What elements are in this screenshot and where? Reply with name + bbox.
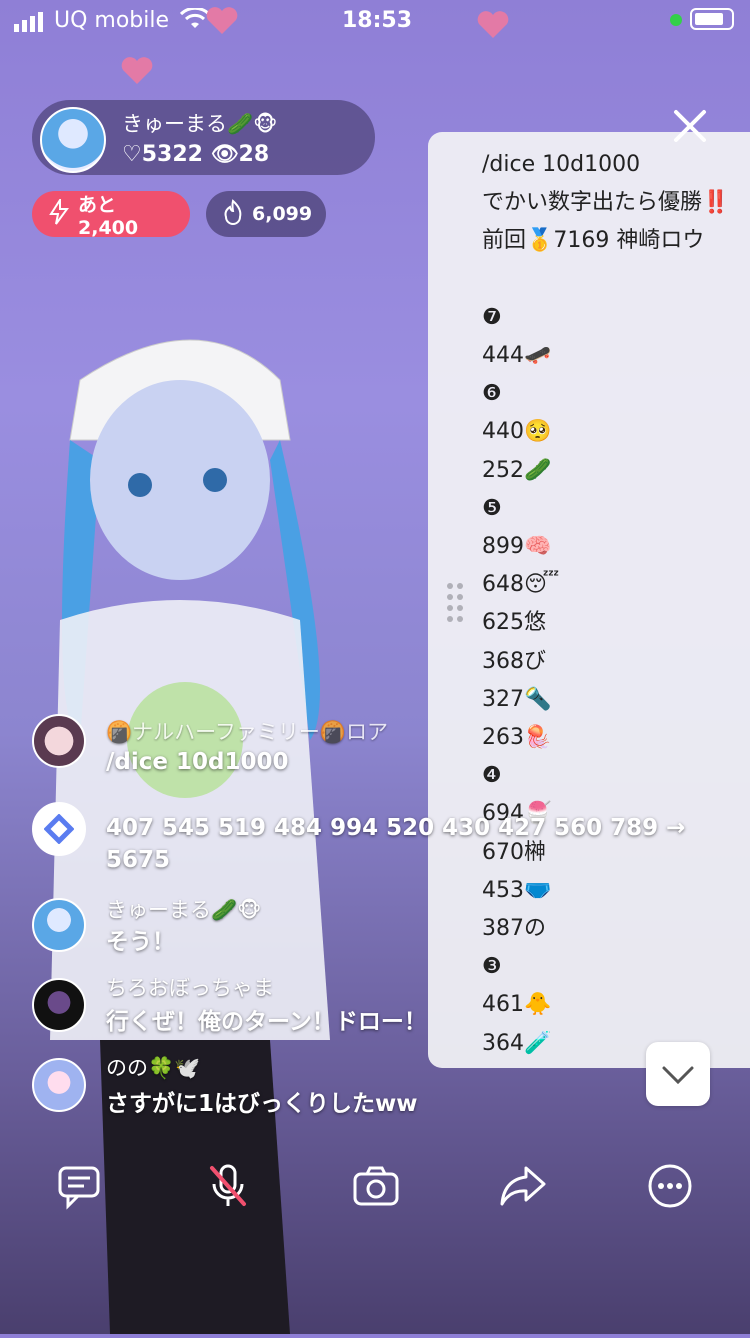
floating-heart-icon (205, 6, 239, 36)
more-button[interactable] (644, 1160, 696, 1212)
comment-button[interactable] (54, 1160, 106, 1212)
system-bot-avatar[interactable] (32, 802, 86, 856)
floating-heart-icon (120, 56, 154, 86)
lightning-icon (48, 196, 70, 230)
streamer-name: きゅーまる🥒🐵 (122, 112, 278, 136)
bot-logo-icon (44, 814, 74, 844)
chat-username: きゅーまる🥒🐵 (106, 898, 262, 922)
chat-message: 407 545 519 484 994 520 430 427 560 789 … (32, 802, 722, 882)
carrier-label: UQ mobile (54, 8, 170, 33)
streamer-card[interactable]: きゅーまる🥒🐵 ♡5322 👁28 (32, 100, 375, 175)
close-icon[interactable] (668, 104, 712, 148)
flame-icon (222, 198, 244, 230)
chat-text: /dice 10d1000 (106, 749, 289, 775)
mic-mute-button[interactable] (202, 1160, 254, 1212)
fire-points-badge[interactable]: 6,099 (206, 191, 326, 237)
camera-button[interactable] (350, 1160, 402, 1212)
remaining-label: あと2,400 (78, 193, 139, 239)
chat-avatar[interactable] (32, 1058, 86, 1112)
chat-message: のの🍀🕊️ さすがに1はびっくりしたww (32, 1056, 722, 1138)
drag-handle-icon[interactable] (444, 580, 468, 624)
viewers-count: 👁28 (210, 142, 270, 167)
mic-muted-icon (210, 1164, 246, 1206)
chat-avatar[interactable] (32, 714, 86, 768)
chat-message: 🍘ナルハーファミリー🍘ロア /dice 10d1000 (32, 714, 722, 794)
share-icon (500, 1166, 546, 1206)
chat-avatar[interactable] (32, 898, 86, 952)
signal-icon (14, 12, 48, 38)
chat-username: ちろおぼっちゃま (106, 976, 274, 1000)
fire-count: 6,099 (252, 203, 313, 225)
clock: 18:53 (342, 8, 413, 33)
remaining-points-badge[interactable]: あと2,400 (32, 191, 190, 239)
battery-icon (690, 8, 734, 30)
chat-avatar[interactable] (32, 978, 86, 1032)
comment-icon (58, 1166, 100, 1210)
chat-message: ちろおぼっちゃま 行くぜ！俺のターン！ドロー！ (32, 976, 722, 1058)
chat-text: 407 545 519 484 994 520 430 427 560 789 … (106, 815, 686, 873)
streamer-stats: ♡5322 👁28 (122, 142, 269, 167)
floating-heart-icon (476, 10, 510, 40)
likes-count: ♡5322 (122, 142, 203, 167)
camera-icon (353, 1166, 399, 1206)
mic-active-dot (670, 14, 682, 26)
status-bar: UQ mobile 18:53 (0, 0, 750, 40)
chat-username: 🍘ナルハーファミリー🍘ロア (106, 720, 389, 744)
share-button[interactable] (496, 1160, 548, 1212)
chat-text: 行くぜ！俺のターン！ドロー！ (106, 1009, 427, 1035)
chat-message: きゅーまる🥒🐵 そう！ (32, 898, 722, 978)
streamer-avatar[interactable] (40, 107, 106, 173)
chat-text: そう！ (106, 929, 175, 955)
more-icon (648, 1164, 692, 1208)
chat-text: さすがに1はびっくりしたww (106, 1091, 418, 1117)
chat-username: のの🍀🕊️ (106, 1056, 201, 1080)
